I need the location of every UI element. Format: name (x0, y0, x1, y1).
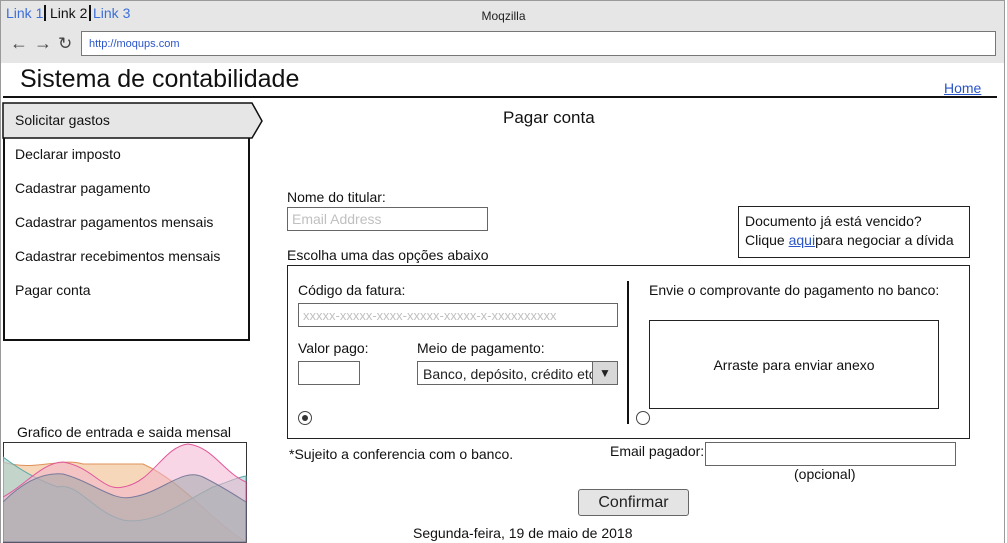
header-divider (3, 96, 997, 98)
amount-paid-label: Valor pago: (298, 340, 369, 356)
reload-icon[interactable]: ↻ (58, 34, 72, 54)
upload-dropzone-text: Arraste para enviar anexo (713, 356, 875, 373)
forward-arrow-icon[interactable]: → (34, 33, 52, 54)
sidebar-item-cadastrar-recebimentos-mensais[interactable]: Cadastrar recebimentos mensais (15, 248, 220, 264)
options-divider (627, 281, 629, 424)
payment-method-value: Banco, depósito, crédito etc (423, 366, 596, 382)
payment-method-select[interactable]: Banco, depósito, crédito etc ▼ (417, 361, 618, 385)
sidebar-item-cadastrar-pagamentos-mensais[interactable]: Cadastrar pagamentos mensais (15, 214, 213, 230)
payer-email-label: Email pagador: (610, 443, 705, 459)
option-right-radio[interactable] (636, 411, 650, 425)
home-link[interactable]: Home (944, 80, 981, 96)
amount-paid-input[interactable] (298, 361, 360, 385)
page-title: Pagar conta (503, 108, 595, 127)
invoice-code-input[interactable]: xxxxx-xxxxx-xxxx-xxxxx-xxxxx-x-xxxxxxxxx… (298, 303, 618, 327)
payer-email-input[interactable] (705, 442, 956, 466)
chart-title: Grafico de entrada e saida mensal (17, 424, 232, 440)
invoice-code-placeholder: xxxxx-xxxxx-xxxx-xxxxx-xxxxx-x-xxxxxxxxx… (303, 308, 557, 323)
options-label: Escolha uma das opções abaixo (287, 247, 489, 263)
overdue-question: Documento já está vencido? (745, 213, 922, 229)
negotiate-debt-link[interactable]: aqui (789, 232, 815, 248)
income-expense-chart (3, 442, 247, 543)
overdue-prefix: Clique (745, 232, 789, 248)
confirm-button[interactable]: Confirmar (578, 489, 689, 516)
app-title: Sistema de contabilidade (20, 65, 300, 93)
sidebar-item-cadastrar-pagamento[interactable]: Cadastrar pagamento (15, 180, 150, 196)
overdue-action-text: Clique aquipara negociar a dívida (745, 232, 954, 248)
holder-name-placeholder: Email Address (292, 211, 382, 227)
radio-selected-dot (302, 415, 308, 421)
sidebar-item-solicitar-gastos[interactable]: Solicitar gastos (15, 112, 110, 128)
holder-name-label: Nome do titular: (287, 189, 386, 205)
address-bar[interactable]: http://moqups.com (81, 31, 996, 56)
window-title: Moqzilla (481, 9, 526, 23)
option-left-radio[interactable] (298, 411, 312, 425)
chevron-down-icon[interactable]: ▼ (592, 362, 617, 384)
holder-name-input[interactable]: Email Address (287, 207, 488, 231)
overdue-suffix: para negociar a dívida (815, 232, 954, 248)
upload-receipt-label: Envie o comprovante do pagamento no banc… (649, 282, 940, 298)
back-arrow-icon[interactable]: ← (10, 33, 28, 54)
current-date: Segunda-feira, 19 de maio de 2018 (413, 525, 633, 541)
payment-method-label: Meio de pagamento: (417, 340, 545, 356)
optional-note: (opcional) (794, 466, 856, 482)
sidebar-item-pagar-conta[interactable]: Pagar conta (15, 282, 91, 298)
bank-check-note: *Sujeito a conferencia com o banco. (289, 446, 514, 462)
sidebar-item-declarar-imposto[interactable]: Declarar imposto (15, 146, 121, 162)
upload-dropzone[interactable]: Arraste para enviar anexo (649, 320, 939, 409)
invoice-code-label: Código da fatura: (298, 282, 406, 298)
